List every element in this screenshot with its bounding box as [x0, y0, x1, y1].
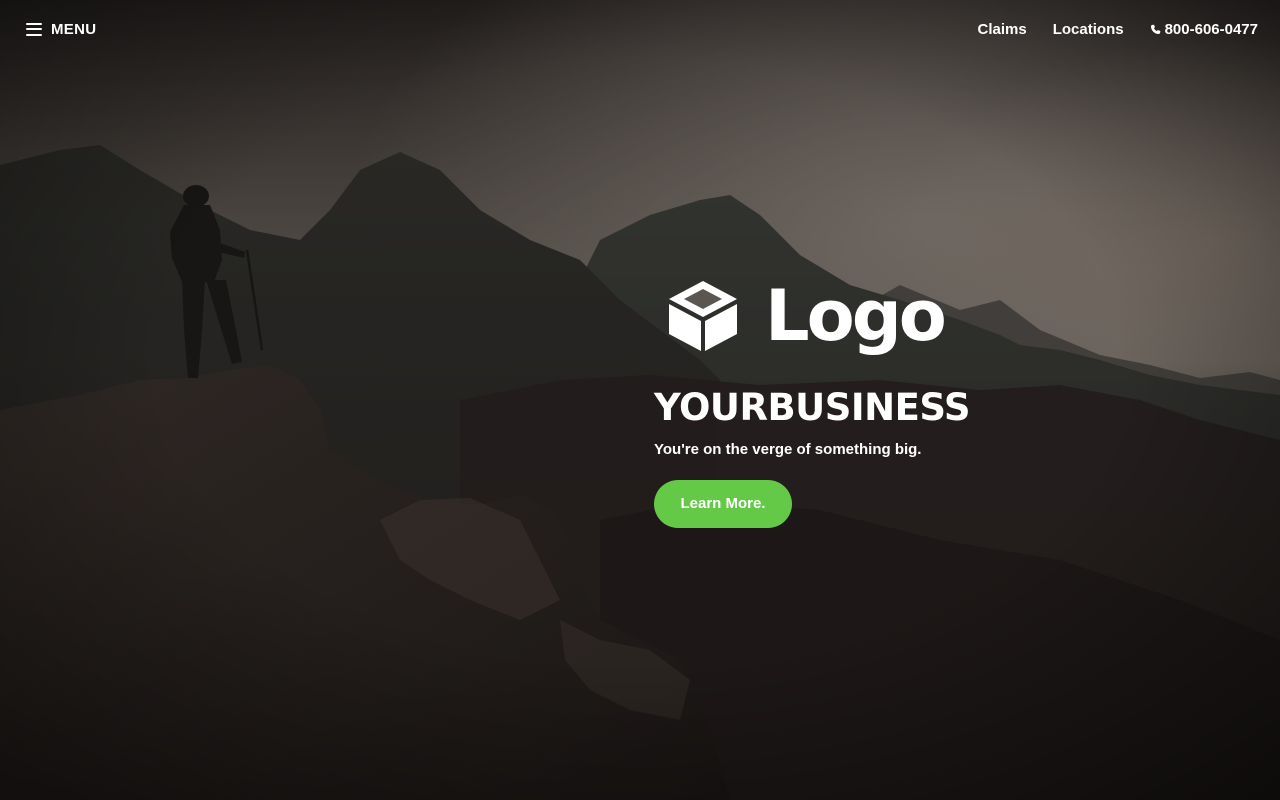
menu-button[interactable]: MENU: [26, 18, 96, 40]
learn-more-button[interactable]: Learn More.: [654, 480, 792, 528]
nav-link-claims[interactable]: Claims: [978, 21, 1027, 38]
phone-icon: [1150, 24, 1160, 34]
logo[interactable]: Logo: [667, 276, 1034, 356]
phone-number: 800-606-0477: [1164, 20, 1258, 38]
logo-text: Logo: [765, 275, 947, 357]
hamburger-menu-icon: [26, 22, 42, 36]
hero-background-image: [0, 0, 1280, 800]
main-nav: Claims Locations 800-606-0477: [978, 18, 1258, 40]
phone-link[interactable]: 800-606-0477: [1150, 21, 1258, 38]
nav-link-locations[interactable]: Locations: [1053, 21, 1124, 38]
hero-section: MENU Claims Locations 800-606-0477 Logo …: [0, 0, 1280, 800]
menu-label: MENU: [51, 20, 97, 38]
business-name-heading: YOURBUSINESS: [654, 386, 971, 429]
hero-content: Logo YOURBUSINESS You're on the verge of…: [654, 276, 1034, 528]
top-navigation-bar: MENU Claims Locations 800-606-0477: [0, 0, 1280, 56]
tagline: You're on the verge of something big.: [654, 441, 922, 458]
box-icon: [669, 281, 737, 351]
